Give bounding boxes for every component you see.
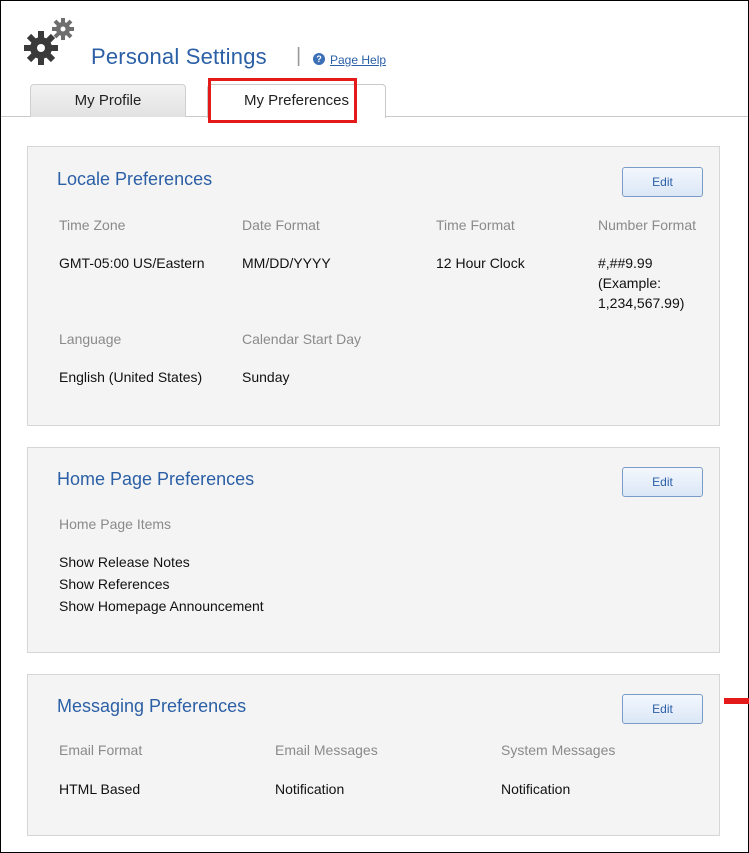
time-format-value: 12 Hour Clock xyxy=(436,255,525,271)
time-zone-value: GMT-05:00 US/Eastern xyxy=(59,255,205,271)
list-item: Show References xyxy=(59,576,170,592)
number-format-line: 1,234,567.99) xyxy=(598,295,685,311)
time-zone-label: Time Zone xyxy=(59,217,126,233)
date-format-label: Date Format xyxy=(242,217,320,233)
title-separator: | xyxy=(296,45,302,67)
locale-preferences-title: Locale Preferences xyxy=(57,169,213,189)
home-page-edit-button[interactable]: Edit xyxy=(622,467,703,497)
list-item: Show Homepage Announcement xyxy=(59,598,264,614)
home-page-preferences-panel: Home Page Preferences Edit Home Page Ite… xyxy=(27,447,720,653)
system-messages-value: Notification xyxy=(501,781,571,797)
home-page-items-list: Show Release Notes Show References Show … xyxy=(59,551,264,617)
home-page-preferences-title: Home Page Preferences xyxy=(57,469,255,489)
date-format-value: MM/DD/YYYY xyxy=(242,255,331,271)
number-format-value: #,##9.99 (Example: 1,234,567.99) xyxy=(598,253,684,313)
number-format-label: Number Format xyxy=(598,217,697,233)
help-icon[interactable]: ? xyxy=(313,53,325,65)
messaging-preferences-panel: Messaging Preferences Edit Email Format … xyxy=(27,674,720,836)
locale-edit-button[interactable]: Edit xyxy=(622,167,703,197)
email-messages-label: Email Messages xyxy=(275,742,378,758)
list-item: Show Release Notes xyxy=(59,554,190,570)
tab-my-preferences[interactable]: My Preferences xyxy=(207,84,386,118)
messaging-edit-button[interactable]: Edit xyxy=(622,694,703,724)
pointer-arrow xyxy=(724,698,749,704)
system-messages-label: System Messages xyxy=(501,742,616,758)
number-format-line: #,##9.99 xyxy=(598,255,653,271)
time-format-label: Time Format xyxy=(436,217,515,233)
locale-preferences-panel: Locale Preferences Edit Time Zone Date F… xyxy=(27,146,720,426)
language-label: Language xyxy=(59,331,122,347)
email-format-label: Email Format xyxy=(59,742,143,758)
email-format-value: HTML Based xyxy=(59,781,141,797)
email-messages-value: Notification xyxy=(275,781,345,797)
page-help-link[interactable]: Page Help xyxy=(330,53,386,67)
calendar-start-day-label: Calendar Start Day xyxy=(242,331,362,347)
tab-my-profile[interactable]: My Profile xyxy=(30,84,186,117)
messaging-preferences-title: Messaging Preferences xyxy=(57,696,247,716)
home-page-items-label: Home Page Items xyxy=(59,516,172,532)
gear-icon xyxy=(24,18,74,65)
language-value: English (United States) xyxy=(59,369,203,385)
calendar-start-day-value: Sunday xyxy=(242,369,290,385)
number-format-line: (Example: xyxy=(598,275,662,291)
page-title: Personal Settings xyxy=(91,44,267,69)
